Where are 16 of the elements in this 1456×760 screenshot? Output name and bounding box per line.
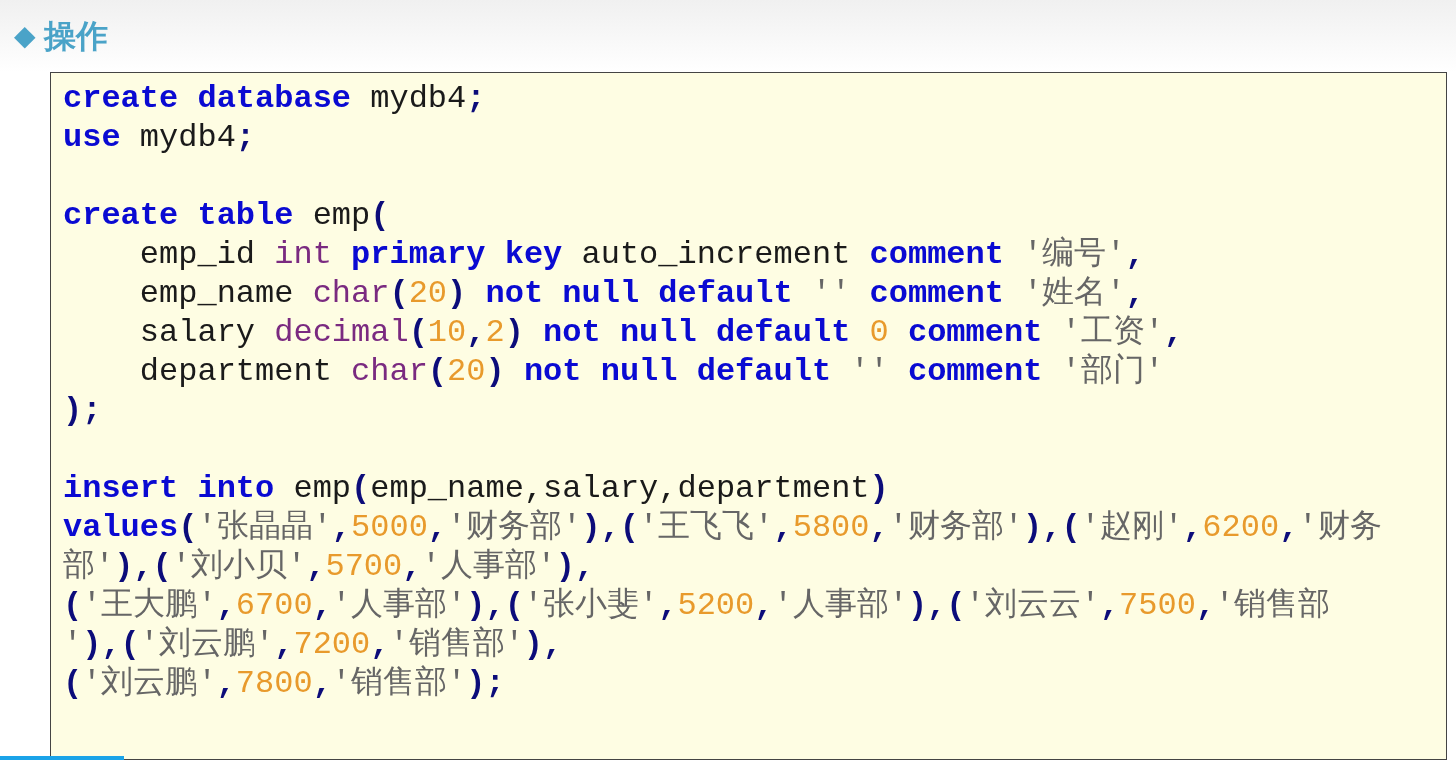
code-line: emp_id int primary key auto_increment comment '编号', [138,235,1145,274]
code-line: department char(20) not null default '' comment '部门' [138,352,1164,391]
code-line: '),('刘云鹏',7200,'销售部'), [63,625,563,664]
code-line: salary decimal(10,2) not null default 0 comment '工资', [138,313,1184,352]
code-line: create table emp( [63,196,390,235]
diamond-bullet-icon: ◆ [14,22,36,50]
code-line: values('张晶晶',5000,'财务部'),('王飞飞',5800,'财务部'),('赵刚',6200,'财务 [63,508,1382,547]
code-line: use mydb4; [63,118,256,157]
code-line: ('王大鹏',6700,'人事部'),('张小斐',5200,'人事部'),('刘云云',7500,'销售部 [63,586,1331,625]
code-line: 部'),('刘小贝',5700,'人事部'), [63,547,595,586]
code-line: ('刘云鹏',7800,'销售部'); [63,664,505,703]
code-line: insert into emp(emp_name,salary,department) [63,469,889,508]
code-line: ); [63,391,102,430]
code-line: emp_name char(20) not null default '' comment '姓名', [138,274,1145,313]
slide-title: 操作 [44,20,108,52]
code-line: create database mydb4; [63,79,486,118]
